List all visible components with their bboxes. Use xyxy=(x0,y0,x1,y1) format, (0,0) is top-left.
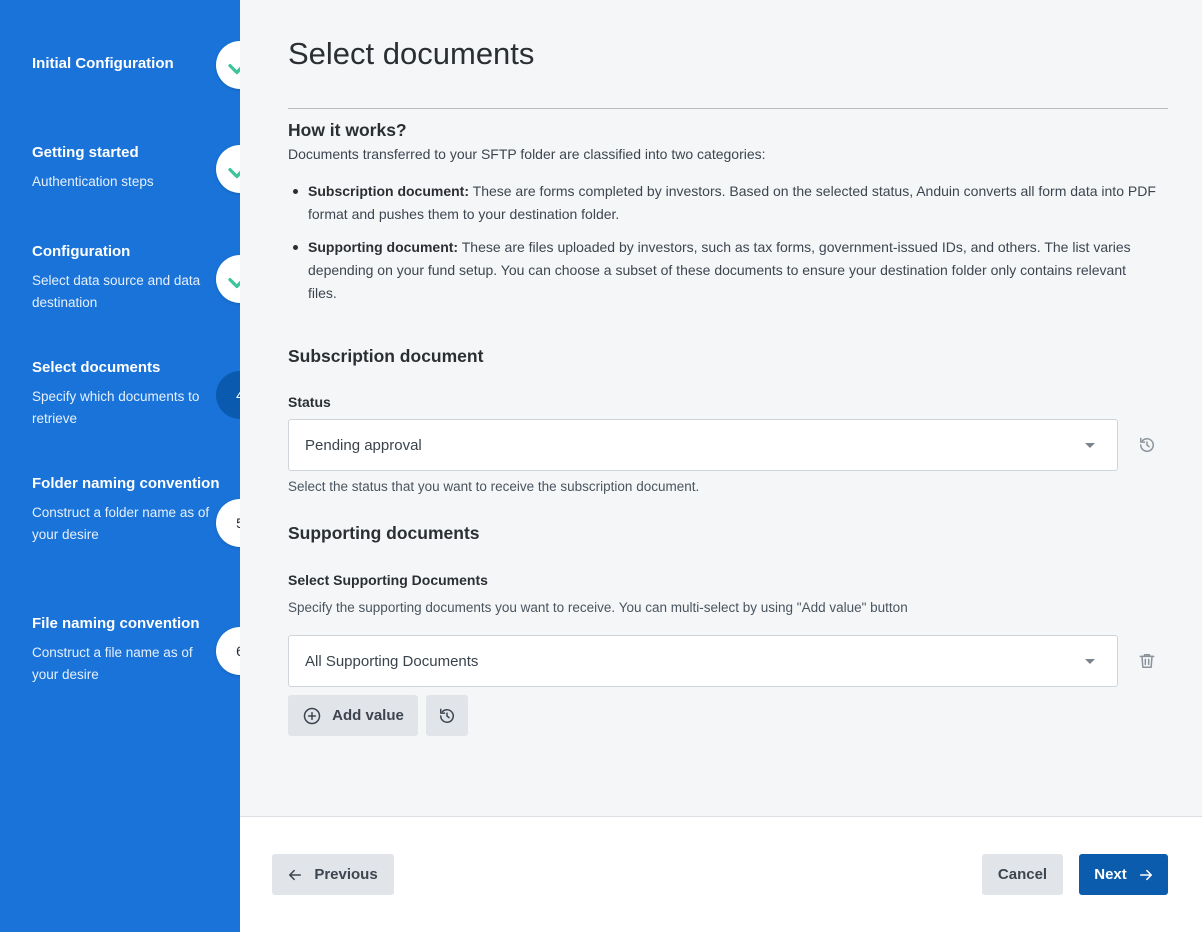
plus-circle-icon xyxy=(303,707,321,724)
step-file-naming[interactable]: File naming convention Construct a file … xyxy=(32,612,222,686)
chevron-down-icon xyxy=(1085,659,1095,664)
bullet-term: Subscription document: xyxy=(308,183,469,199)
step-select-documents[interactable]: Select documents Specify which documents… xyxy=(32,356,222,430)
step-getting-started[interactable]: Getting started Authentication steps xyxy=(32,141,222,193)
status-select-value: Pending approval xyxy=(305,436,422,454)
bullet-term: Supporting document: xyxy=(308,239,459,255)
supporting-documents-select[interactable]: All Supporting Documents xyxy=(288,635,1118,687)
next-button[interactable]: Next xyxy=(1079,854,1168,895)
subscription-section-title: Subscription document xyxy=(288,346,484,366)
reset-selection-button[interactable] xyxy=(426,695,468,736)
step-title: File naming convention xyxy=(32,615,200,632)
status-help-text: Select the status that you want to recei… xyxy=(288,479,700,494)
previous-button[interactable]: Previous xyxy=(272,854,394,895)
stepper-sidebar: Initial Configuration Getting started Au… xyxy=(0,0,264,932)
step-description: Authentication steps xyxy=(32,174,154,189)
page-title: Select documents xyxy=(288,36,535,71)
status-select[interactable]: Pending approval xyxy=(288,419,1118,471)
cancel-button[interactable]: Cancel xyxy=(982,854,1063,895)
how-it-works-list: Subscription document: These are forms c… xyxy=(288,180,1158,315)
supporting-help-text: Specify the supporting documents you wan… xyxy=(288,600,908,615)
supporting-select-value: All Supporting Documents xyxy=(305,652,479,670)
step-title: Select documents xyxy=(32,359,161,376)
status-label: Status xyxy=(288,394,331,410)
step-initial-configuration[interactable]: Initial Configuration xyxy=(32,52,222,76)
step-title: Initial Configuration xyxy=(32,55,174,72)
step-description: Construct a folder name as of your desir… xyxy=(32,505,210,542)
cancel-label: Cancel xyxy=(997,866,1048,883)
trash-icon[interactable] xyxy=(1135,649,1159,673)
supporting-section-title: Supporting documents xyxy=(288,523,480,543)
chevron-down-icon xyxy=(1085,443,1095,448)
step-description: Select data source and data destination xyxy=(32,273,201,310)
list-item: Subscription document: These are forms c… xyxy=(288,180,1158,226)
how-it-works-title: How it works? xyxy=(288,120,407,140)
list-item: Supporting document: These are files upl… xyxy=(288,236,1158,305)
supporting-label: Select Supporting Documents xyxy=(288,572,488,588)
how-it-works-description: Documents transferred to your SFTP folde… xyxy=(288,146,766,162)
step-title: Configuration xyxy=(32,243,131,260)
previous-label: Previous xyxy=(314,866,378,883)
step-title: Getting started xyxy=(32,144,139,161)
reset-icon[interactable] xyxy=(1135,433,1159,457)
add-value-button[interactable]: Add value xyxy=(288,695,418,736)
title-divider xyxy=(288,108,1168,109)
arrow-left-icon xyxy=(289,869,302,880)
step-configuration[interactable]: Configuration Select data source and dat… xyxy=(32,240,222,314)
step-folder-naming[interactable]: Folder naming convention Construct a fol… xyxy=(32,472,222,546)
next-label: Next xyxy=(1094,866,1127,883)
reset-icon xyxy=(440,708,454,723)
arrow-right-icon xyxy=(1139,869,1152,880)
step-description: Construct a file name as of your desire xyxy=(32,645,193,682)
add-value-label: Add value xyxy=(332,707,404,724)
step-title: Folder naming convention xyxy=(32,475,220,492)
main-content: Select documents How it works? Documents… xyxy=(240,0,1202,816)
step-description: Specify which documents to retrieve xyxy=(32,389,200,426)
wizard-footer: Previous Cancel Next xyxy=(240,816,1202,932)
